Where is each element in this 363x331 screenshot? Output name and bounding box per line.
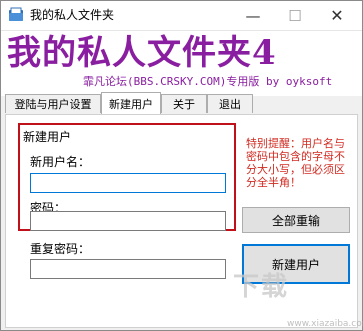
folder-app-icon <box>9 7 23 21</box>
window-title: 我的私人文件夹 <box>30 8 115 22</box>
tab-login-settings[interactable]: 登陆与用户设置 <box>5 94 101 113</box>
tab-new-user[interactable]: 新建用户 <box>101 92 161 114</box>
app-banner-subtitle: 霏凡论坛(BBS.CRSKY.COM)专用版 by oyksoft <box>83 75 333 88</box>
username-input[interactable] <box>30 173 226 193</box>
password-input[interactable] <box>30 211 226 231</box>
title-bar[interactable]: 我的私人文件夹 — ☐ ✕ <box>1 1 362 31</box>
app-banner-title: 我的私人文件夹4 <box>7 33 277 73</box>
tab-strip: 登陆与用户设置 新建用户 关于 退出 <box>3 92 360 114</box>
confirm-password-label: 重复密码： <box>30 242 91 256</box>
tab-exit[interactable]: 退出 <box>207 94 253 113</box>
new-user-panel: 新建用户 新用户名： 密码： 重复密码： 特别提醒：用户名与密码中包含的字母不分… <box>5 114 358 328</box>
minimize-button[interactable]: — <box>233 1 273 30</box>
groupbox-title: 新建用户 <box>23 128 72 145</box>
reset-all-button[interactable]: 全部重输 <box>242 207 350 233</box>
warning-note: 特别提醒：用户名与密码中包含的字母不分大小写，但必须区分全半角！ <box>246 137 345 189</box>
app-header: 我的私人文件夹4 霏凡论坛(BBS.CRSKY.COM)专用版 by oykso… <box>1 31 362 96</box>
watermark-url: www.xiazaiba.com <box>287 319 363 329</box>
maximize-button[interactable]: ☐ <box>275 1 315 30</box>
watermark-logo: 下载 <box>233 272 290 302</box>
close-button[interactable]: ✕ <box>317 1 357 30</box>
tab-about[interactable]: 关于 <box>161 94 207 113</box>
username-label: 新用户名： <box>30 155 91 169</box>
app-window: 我的私人文件夹 — ☐ ✕ 我的私人文件夹4 霏凡论坛(BBS.CRSKY.CO… <box>0 0 363 331</box>
confirm-password-input[interactable] <box>30 259 226 279</box>
